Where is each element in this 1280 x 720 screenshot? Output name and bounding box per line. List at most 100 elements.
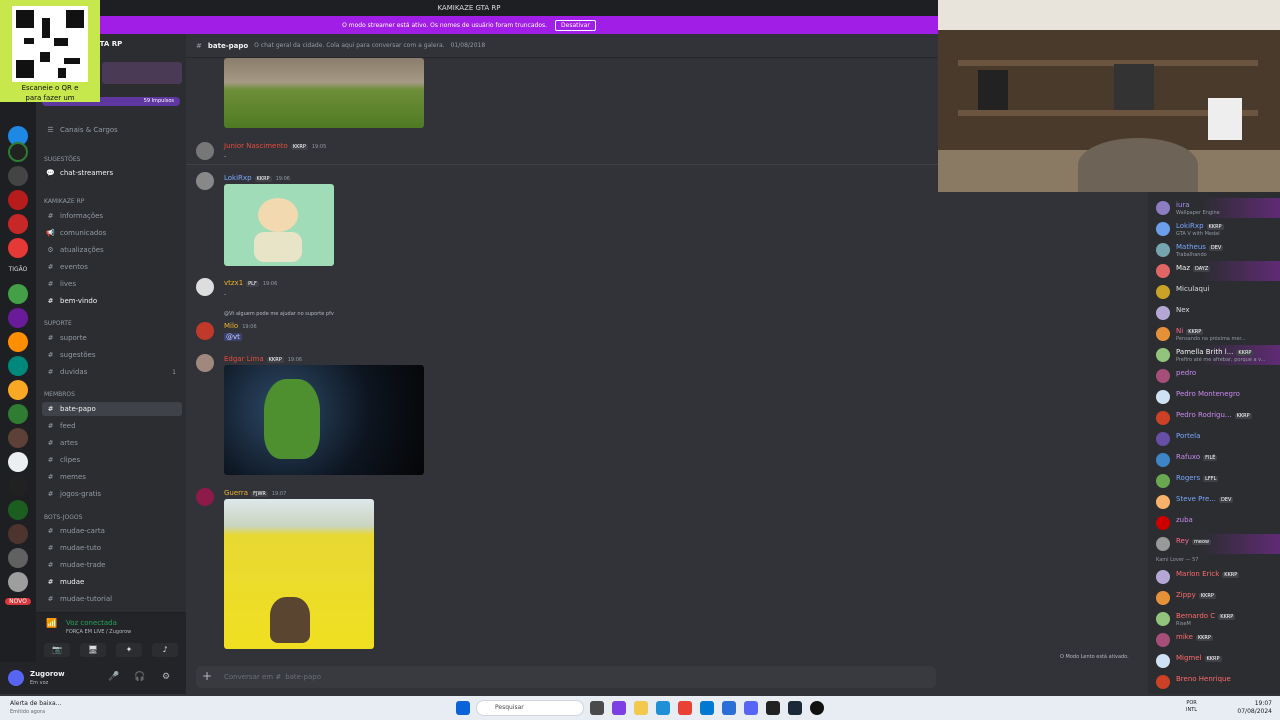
headphones-icon[interactable]: 🎧 [134, 672, 145, 682]
avatar[interactable] [8, 670, 24, 686]
edge-icon[interactable] [656, 701, 670, 715]
channel-mudae-trade[interactable]: # mudae-trade [42, 558, 182, 572]
server-icon[interactable] [8, 238, 28, 258]
server-icon[interactable] [8, 166, 28, 186]
channel-duvidas[interactable]: # duvidas 1 [42, 365, 182, 379]
server-icon[interactable] [8, 380, 28, 400]
server-icon[interactable] [8, 284, 28, 304]
steam-icon[interactable] [788, 701, 802, 715]
avatar[interactable] [196, 354, 214, 372]
channel-mudae-tutorial[interactable]: # mudae-tutorial [42, 592, 182, 606]
member-item[interactable]: LokiRxp KKRP GTA V with Medal [1148, 219, 1280, 239]
avatar[interactable] [196, 278, 214, 296]
server-icon[interactable] [8, 190, 28, 210]
channel-comunicados[interactable]: 📢 comunicados [42, 226, 182, 240]
store-icon[interactable] [700, 701, 714, 715]
task-view-icon[interactable] [590, 701, 604, 715]
message-image[interactable] [224, 58, 424, 128]
member-item[interactable]: mike KKRP [1148, 630, 1280, 650]
mention[interactable]: @vt [224, 333, 242, 341]
channels-roles-link[interactable]: ☰ Canais & Cargos [42, 123, 182, 137]
screen-share-button[interactable]: 🖥 [80, 643, 106, 657]
server-icon[interactable] [8, 404, 28, 424]
channel-sugestoes[interactable]: # sugestões [42, 348, 182, 362]
channel-suporte[interactable]: # suporte [42, 331, 182, 345]
member-item[interactable]: pedro [1148, 366, 1280, 386]
server-folder-label[interactable]: TIGÃO [0, 266, 36, 273]
message-image[interactable] [224, 184, 334, 266]
member-item[interactable]: Rafuxo FILÉ [1148, 450, 1280, 470]
channel-memes[interactable]: # memes [42, 470, 182, 484]
member-item[interactable]: iura Wallpaper Engine [1148, 198, 1280, 218]
message-image[interactable] [224, 365, 424, 475]
chrome-icon[interactable] [678, 701, 692, 715]
taskbar-search[interactable]: Pesquisar [476, 700, 584, 716]
channel-feed[interactable]: # feed [42, 419, 182, 433]
channel-atualizacoes[interactable]: ⚙ atualizações [42, 243, 182, 257]
mail-icon[interactable] [722, 701, 736, 715]
member-item[interactable]: Pamella Brith l... KKRP Prefiro até me afr… [1148, 345, 1280, 365]
avatar[interactable] [196, 488, 214, 506]
member-item[interactable]: Migmel KKRP [1148, 651, 1280, 671]
message-author[interactable]: Edgar Lima KKRP 19:06 [224, 355, 302, 363]
avatar[interactable] [196, 172, 214, 190]
server-icon[interactable] [8, 308, 28, 328]
member-item[interactable]: Breno Henrique [1148, 672, 1280, 692]
category-suggestions[interactable]: Sugestões [44, 156, 80, 163]
voice-channel[interactable]: FORÇA EM LIVE / Zugorow [66, 629, 131, 635]
channel-mudae-carta[interactable]: # mudae-carta [42, 524, 182, 538]
member-item[interactable]: Pedro Rodrigu... KKRP [1148, 408, 1280, 428]
message-author[interactable]: Junior Nascimento KKRP 19:05 [224, 142, 326, 150]
start-icon[interactable] [456, 701, 470, 715]
server-icon[interactable] [8, 572, 28, 592]
message-author[interactable]: Guerra FJWR 19:07 [224, 489, 286, 497]
member-item[interactable]: Zippy KKRP [1148, 588, 1280, 608]
avatar[interactable] [196, 322, 214, 340]
channel-lives[interactable]: # lives [42, 277, 182, 291]
channel-bem-vindo[interactable]: # bem-vindo [42, 294, 182, 308]
member-item[interactable]: Marlon Erick KKRP [1148, 567, 1280, 587]
camera-button[interactable]: 📷 [44, 643, 70, 657]
member-item[interactable]: Nex [1148, 303, 1280, 323]
message-author[interactable]: LokiRxp KKRP 19:06 [224, 174, 290, 182]
soundboard-button[interactable]: ♪ [152, 643, 178, 657]
member-item[interactable]: Maz DAYZ [1148, 261, 1280, 281]
server-icon[interactable] [8, 142, 28, 162]
server-icon[interactable] [8, 214, 28, 234]
channel-eventos[interactable]: # eventos [42, 260, 182, 274]
reply-preview[interactable]: @Vt alguem pode me ajudar no suporte pfv [224, 311, 334, 317]
notification[interactable]: Alerta de baixa... Emitido agora [10, 700, 61, 716]
member-item[interactable]: Bernardo C KKRP RiseM [1148, 609, 1280, 629]
settings-icon[interactable]: ⚙ [162, 672, 170, 682]
channel-jogos-gratis[interactable]: # jogos-gratis [42, 487, 182, 501]
member-item[interactable]: Pedro Montenegro [1148, 387, 1280, 407]
member-item[interactable]: Rey meow [1148, 534, 1280, 554]
member-item[interactable]: Ni KKRP Pensando na próxima mer... [1148, 324, 1280, 344]
channel-topic[interactable]: O chat geral da cidade. Cola aqui para c… [254, 42, 444, 49]
folder-icon[interactable] [634, 701, 648, 715]
channel-mudae-tuto[interactable]: # mudae-tuto [42, 541, 182, 555]
app-icon[interactable] [612, 701, 626, 715]
category-kamikaze[interactable]: KAMIKAZE RP [44, 198, 84, 205]
channel-chat-streamers[interactable]: 💬 chat-streamers [42, 166, 182, 180]
member-item[interactable]: Matheus DEV Trabalhando [1148, 240, 1280, 260]
activities-button[interactable]: ✦ [116, 643, 142, 657]
clock[interactable]: 19:07 07/08/2024 [1237, 700, 1272, 716]
channel-clipes[interactable]: # clipes [42, 453, 182, 467]
category-bots[interactable]: bots-jogos [44, 514, 82, 521]
terminal-icon[interactable] [766, 701, 780, 715]
disable-streamer-button[interactable]: Desativar [555, 19, 596, 31]
server-icon[interactable] [8, 476, 28, 496]
message-author[interactable]: vtzx1 PLF 19:06 [224, 279, 277, 287]
message-author[interactable]: Milo 19:06 [224, 322, 257, 330]
server-icon[interactable] [8, 332, 28, 352]
username[interactable]: Zugorow [30, 670, 65, 678]
channel-mudae[interactable]: # mudae [42, 575, 182, 589]
obs-icon[interactable] [810, 701, 824, 715]
microphone-icon[interactable]: 🎤 [108, 672, 119, 682]
channel-informacoes[interactable]: # informações [42, 209, 182, 223]
member-item[interactable]: Steve Pre... DEV [1148, 492, 1280, 512]
server-icon[interactable] [8, 452, 28, 472]
message-input[interactable]: + Conversar em # bate-papo [196, 666, 936, 688]
server-icon[interactable] [8, 524, 28, 544]
